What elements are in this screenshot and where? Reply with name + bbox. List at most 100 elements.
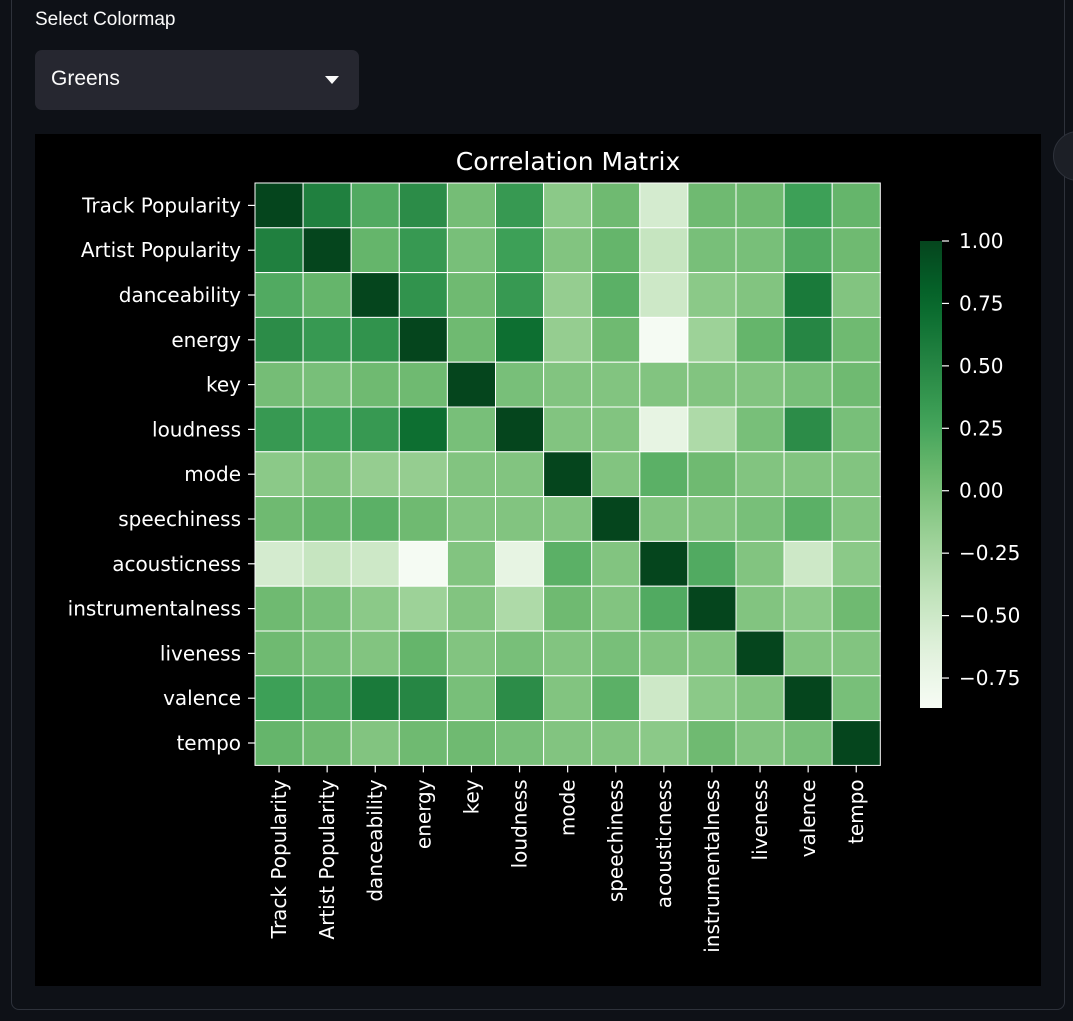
x-axis-label: liveness [748,779,772,860]
heatmap-cell [639,406,689,453]
heatmap-cell [639,496,689,542]
heatmap-cell [350,182,400,229]
heatmap-cell [735,630,785,677]
heatmap-cell [591,182,641,229]
heatmap-cell [639,272,689,318]
heatmap-cell [639,227,689,274]
heatmap-cell [783,585,833,632]
heatmap-cell [302,496,352,542]
heatmap-cell [446,675,496,722]
heatmap-cell [446,272,496,318]
x-axis-label: instrumentalness [700,779,724,952]
heatmap-cell [495,720,545,766]
heatmap-cell [446,361,496,408]
heatmap-cell [639,675,689,722]
heatmap-cell [254,406,304,453]
y-axis-label: tempo [176,731,241,755]
heatmap-cell [350,451,400,498]
heatmap-cell [831,182,881,229]
x-axis-label: tempo [844,779,868,844]
heatmap-cell [687,451,737,498]
heatmap-cell [350,675,400,722]
heatmap-cell [831,451,881,498]
heatmap-cell [831,361,881,408]
heatmap-cell [591,585,641,632]
heatmap-cell [495,540,545,587]
heatmap-cell [543,227,593,274]
heatmap-cell [735,585,785,632]
heatmap-cell [687,496,737,542]
heatmap-cell [254,540,304,587]
heatmap-cell [350,496,400,542]
heatmap-cell [398,361,448,408]
heatmap-cell [831,496,881,542]
heatmap-cell [350,316,400,363]
y-axis-label: mode [184,462,241,486]
heatmap-cell [350,406,400,453]
heatmap-cell [302,540,352,587]
heatmap-cell [302,182,352,229]
heatmap-cell [831,406,881,453]
colorbar-tick-label: 0.75 [959,291,1004,315]
heatmap-cell [446,451,496,498]
heatmap-cell [446,182,496,229]
x-axis-label: energy [411,779,435,849]
heatmap-cell [446,227,496,274]
heatmap-cell [495,272,545,318]
y-axis-label: Track Popularity [81,193,241,217]
heatmap-cell [543,182,593,229]
heatmap-cell [591,630,641,677]
heatmap-cell [735,272,785,318]
heatmap-cell [254,451,304,498]
heatmap-cell [783,227,833,274]
heatmap-cell [687,585,737,632]
colormap-select-value: Greens [51,67,120,90]
heatmap-cell [302,720,352,766]
heatmap-cell [543,630,593,677]
heatmap-cell [783,406,833,453]
colormap-select[interactable]: Greens [35,50,359,110]
heatmap-cell [783,451,833,498]
heatmap-cell [687,182,737,229]
heatmap-cell [543,361,593,408]
heatmap-cell [543,451,593,498]
heatmap-cell [591,451,641,498]
heatmap-cell [495,361,545,408]
y-axis-label: speechiness [118,507,241,531]
heatmap-cell [783,540,833,587]
y-axis-label: valence [163,686,241,710]
heatmap-cell [735,316,785,363]
heatmap-cell [398,540,448,587]
x-axis-label: valence [796,779,820,857]
heatmap-cell [735,451,785,498]
heatmap-cell [687,720,737,766]
heatmap-cell [350,720,400,766]
heatmap-cell [398,496,448,542]
heatmap-cell [350,630,400,677]
heatmap-cell [495,182,545,229]
colorbar-tick-label: −0.50 [959,604,1020,628]
heatmap-cell [398,585,448,632]
heatmap-cell [302,406,352,453]
heatmap-cell [495,675,545,722]
heatmap-cell [398,675,448,722]
heatmap-cell [495,316,545,363]
chart-title: Correlation Matrix [456,147,681,176]
heatmap-cell [398,720,448,766]
heatmap-cell [254,585,304,632]
heatmap-cell [543,585,593,632]
heatmap-cell [591,316,641,363]
heatmap-cell [783,182,833,229]
y-axis-label: danceability [119,283,241,307]
heatmap-cell [591,675,641,722]
heatmap-cell [783,630,833,677]
colorbar [920,241,942,708]
heatmap-cell [254,272,304,318]
heatmap-cell [302,227,352,274]
heatmap-cell [687,227,737,274]
heatmap-cell [495,406,545,453]
heatmap-cell [398,316,448,363]
heatmap-cell [687,272,737,318]
heatmap-cell [350,227,400,274]
heatmap-cell [735,675,785,722]
